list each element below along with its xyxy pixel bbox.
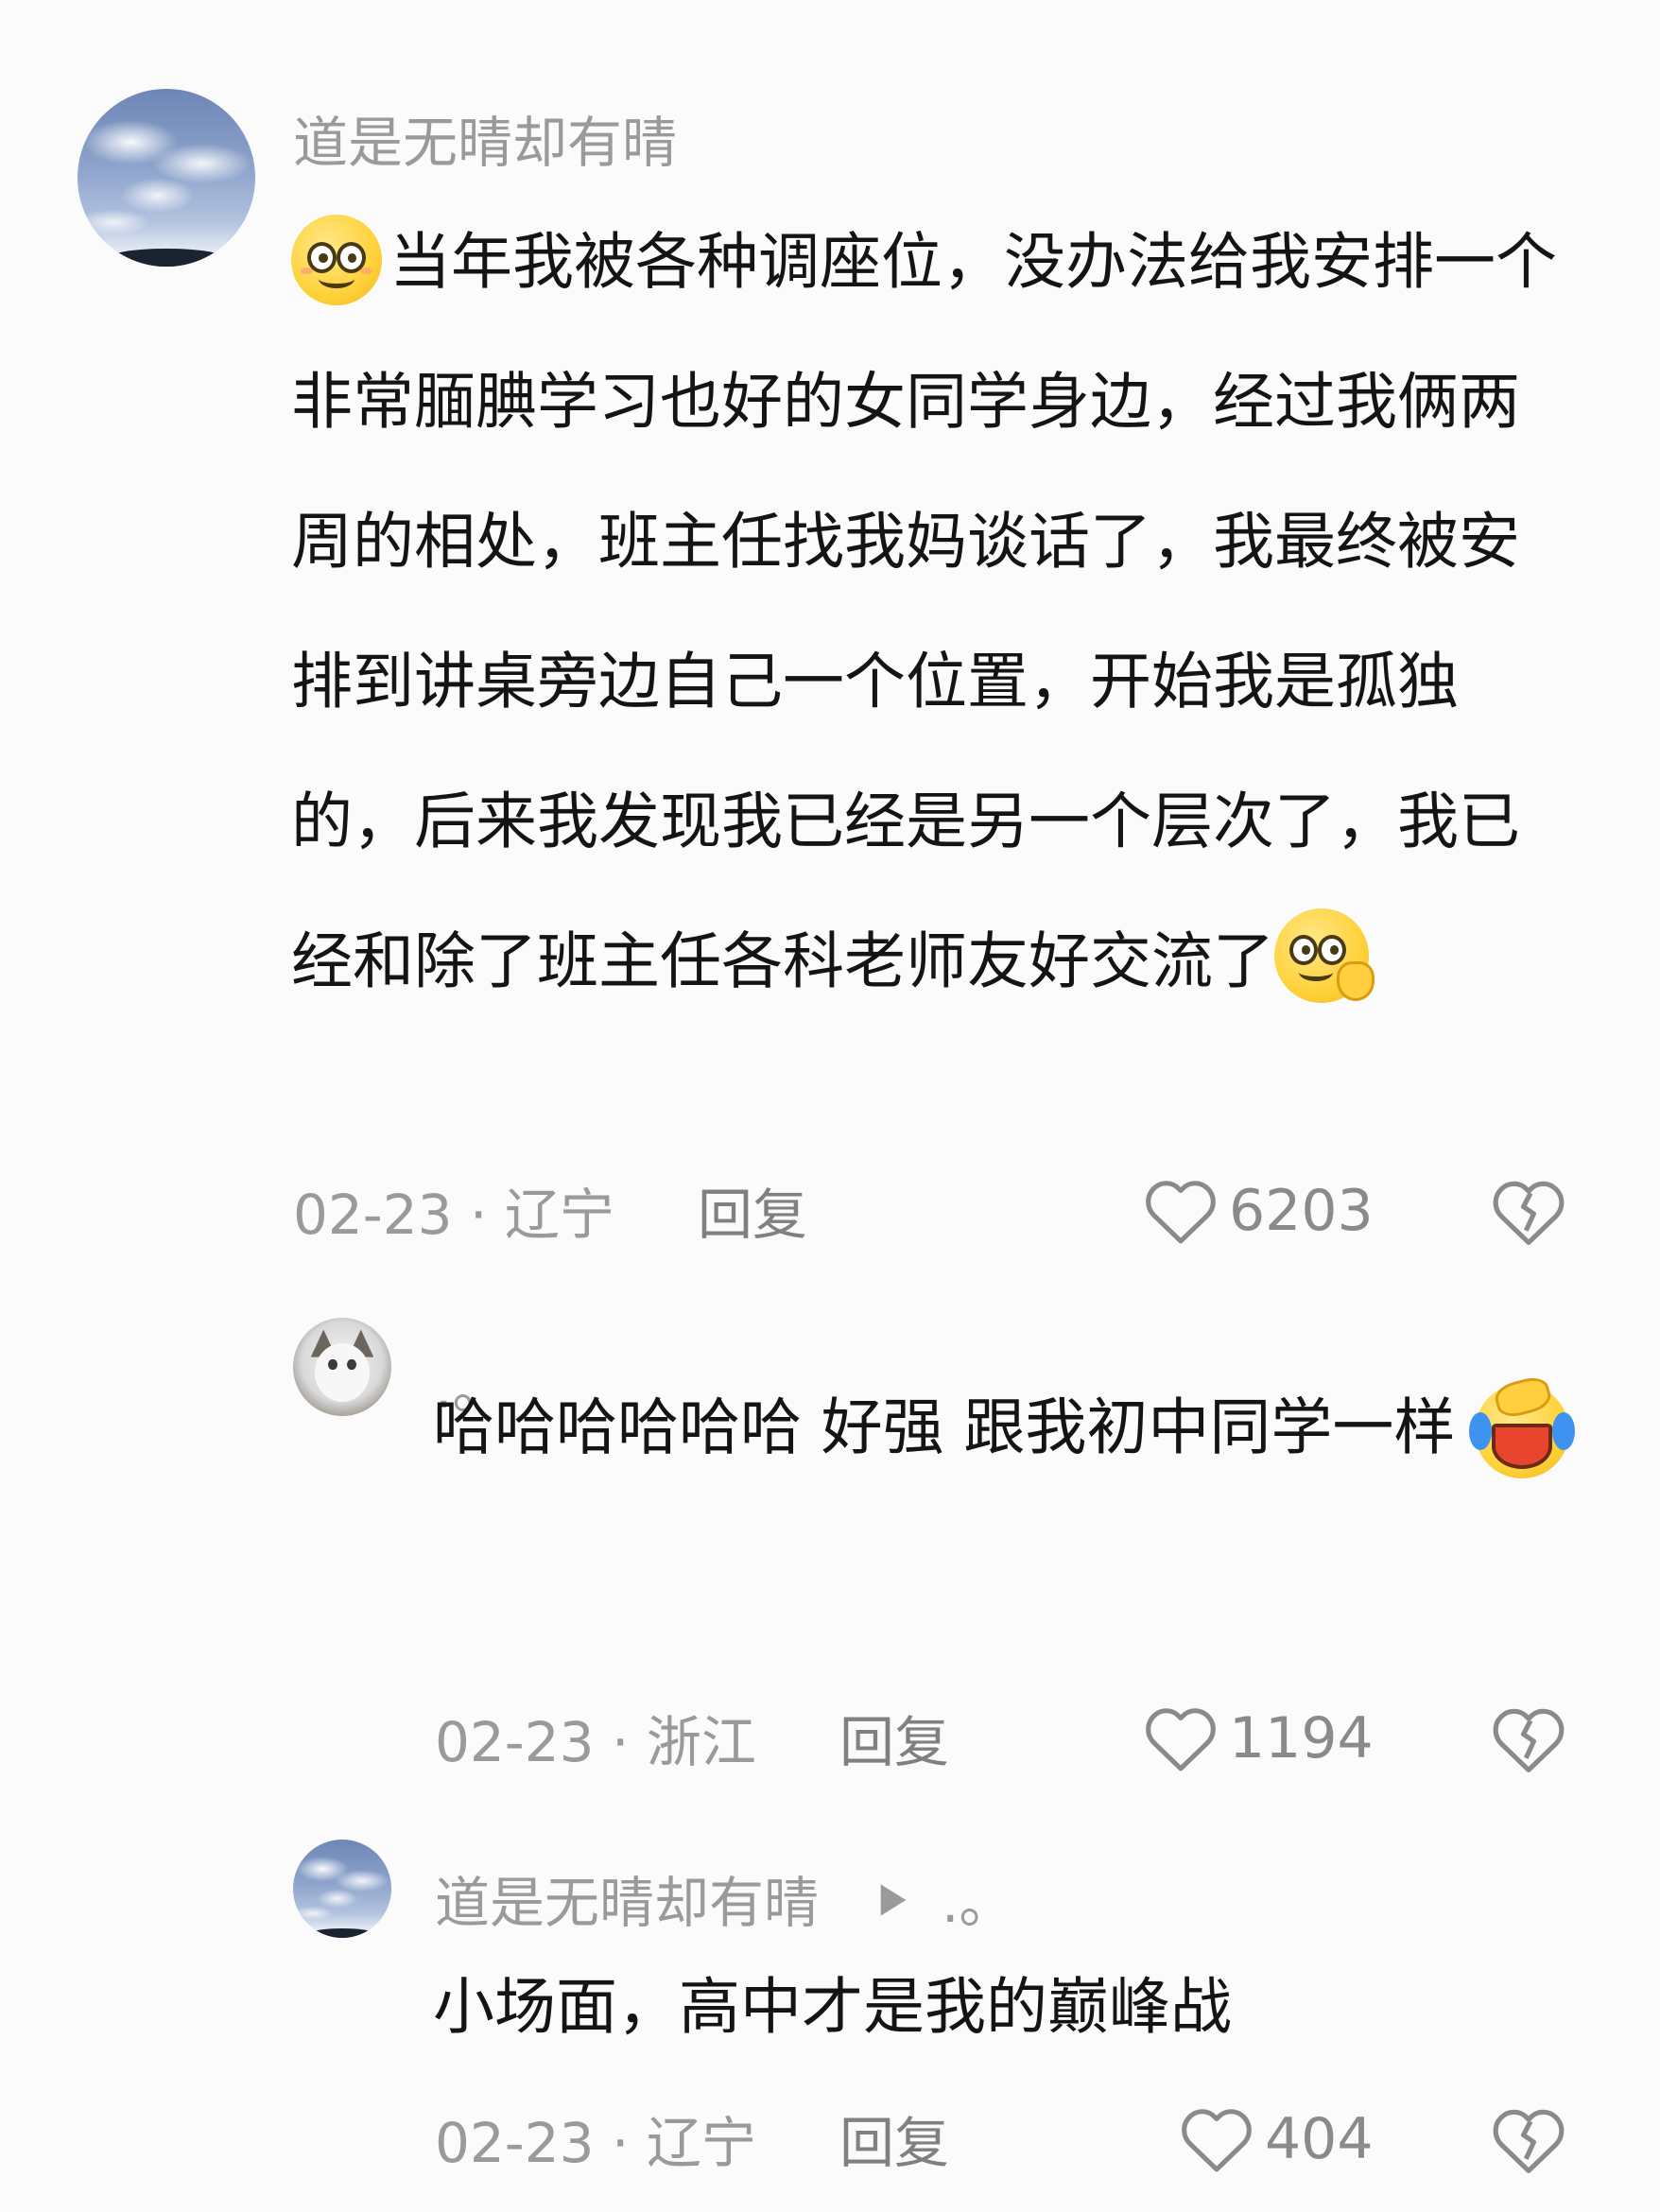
comment-author[interactable]: 道是无晴却有晴 — [293, 115, 677, 170]
comment-text-content: 哈哈哈哈哈哈 好强 跟我初中同学一样 — [433, 1392, 1456, 1463]
cute-emoji-icon — [1274, 907, 1375, 1003]
heart-icon — [1146, 1708, 1216, 1771]
avatar[interactable] — [78, 89, 255, 267]
comment-text-content: 当年我被各种调座位，没办法给我安排一个非常腼腆学习也好的女同学身边，经过我俩两周… — [291, 227, 1558, 997]
like-button[interactable]: 1194 — [1142, 1703, 1374, 1773]
heart-icon — [1182, 2109, 1252, 2172]
comment-meta: 02-23 · 浙江 — [435, 1710, 756, 1774]
comment-text: 小场面，高中才是我的巅峰战 — [433, 1972, 1233, 2043]
comment-3: 道是无晴却有晴 .。 小场面，高中才是我的巅峰战 02-23 · 辽宁 回复 4… — [0, 1787, 1660, 2212]
like-button[interactable]: 404 — [1178, 2104, 1374, 2174]
like-count: 404 — [1265, 2106, 1374, 2172]
broken-heart-icon[interactable] — [1490, 1176, 1567, 1248]
broken-heart-icon[interactable] — [1490, 2104, 1567, 2176]
reply-button[interactable]: 回复 — [839, 2116, 949, 2170]
reply-button[interactable]: 回复 — [839, 1715, 949, 1770]
smile-emoji-icon — [291, 214, 382, 305]
reply-arrow-icon — [880, 1884, 907, 1916]
laugh-cry-emoji-icon — [1469, 1374, 1575, 1478]
comment-1: 道是无晴却有晴 当年我被各种调座位，没办法给我安排一个非常腼腆学习也好的女同学身… — [0, 0, 1660, 1267]
avatar[interactable] — [293, 1840, 391, 1938]
comment-author[interactable]: 道是无晴却有晴 — [435, 1875, 819, 1930]
like-button[interactable]: 6203 — [1142, 1176, 1374, 1246]
comment-2: .。 哈哈哈哈哈哈 好强 跟我初中同学一样 02-23 · 浙江 回复 1194 — [0, 1267, 1660, 1787]
like-count: 6203 — [1229, 1178, 1374, 1244]
comment-text: 当年我被各种调座位，没办法给我安排一个非常腼腆学习也好的女同学身边，经过我俩两周… — [291, 193, 1577, 1032]
reply-button[interactable]: 回复 — [698, 1187, 807, 1242]
avatar[interactable] — [293, 1318, 391, 1416]
broken-heart-icon[interactable] — [1490, 1703, 1567, 1775]
heart-icon — [1146, 1181, 1216, 1244]
comment-meta: 02-23 · 辽宁 — [435, 2111, 756, 2175]
reply-to-author[interactable]: .。 — [942, 1875, 1013, 1930]
comment-text: 哈哈哈哈哈哈 好强 跟我初中同学一样 — [433, 1314, 1586, 1492]
comment-meta: 02-23 · 辽宁 — [293, 1183, 614, 1247]
like-count: 1194 — [1229, 1705, 1374, 1771]
